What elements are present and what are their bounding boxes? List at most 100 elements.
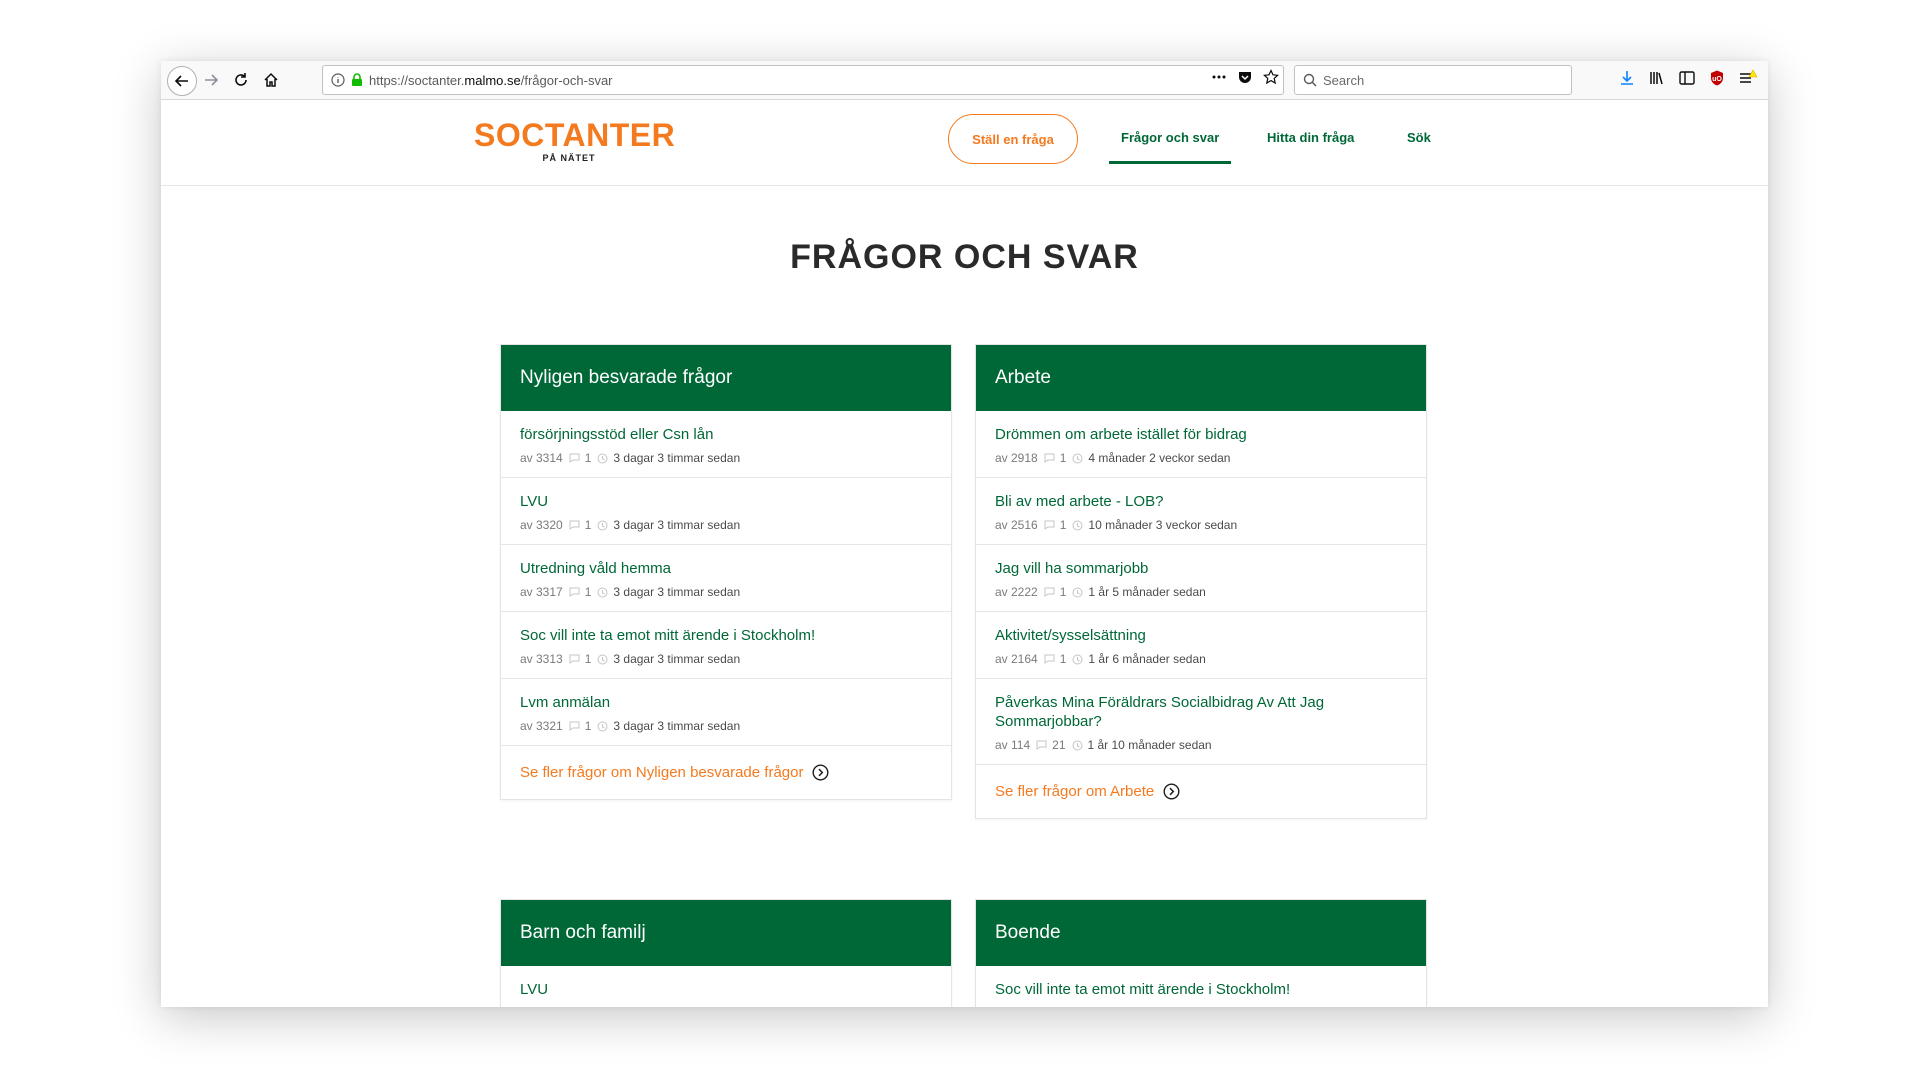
- back-arrow-icon: [174, 75, 188, 87]
- home-button[interactable]: [257, 66, 285, 94]
- clock-icon: [597, 654, 608, 665]
- question-link[interactable]: Lvm anmälan: [520, 693, 932, 712]
- time-ago: 4 månader 2 veckor sedan: [1088, 451, 1231, 465]
- url-prefix: https://soctanter.: [369, 72, 465, 88]
- question-link[interactable]: Jag vill ha sommarjobb: [995, 559, 1407, 578]
- browser-toolbar: https://soctanter.malmo.se/frågor-och-sv…: [161, 61, 1768, 100]
- nav-sok[interactable]: Sök: [1407, 130, 1431, 145]
- list-item: LVU av 3320 1 3 dagar 3 timmar sedan: [501, 478, 951, 545]
- home-icon: [264, 72, 278, 87]
- back-button[interactable]: [167, 66, 197, 96]
- question-link[interactable]: försörjningsstöd eller Csn lån: [520, 425, 932, 444]
- question-meta: av 3320 1 3 dagar 3 timmar sedan: [520, 518, 932, 532]
- question-meta: av 114 21 1 år 10 månader sedan: [995, 738, 1407, 752]
- category-card: Boende Soc vill inte ta emot mitt ärende…: [975, 899, 1427, 1007]
- clock-icon: [1072, 740, 1083, 751]
- question-link[interactable]: Påverkas Mina Föräldrars Socialbidrag Av…: [995, 693, 1325, 731]
- clock-icon: [597, 520, 608, 531]
- list-item: Soc vill inte ta emot mitt ärende i Stoc…: [501, 612, 951, 679]
- question-link[interactable]: Soc vill inte ta emot mitt ärende i Stoc…: [995, 980, 1407, 999]
- ask-question-button[interactable]: Ställ en fråga: [948, 114, 1078, 164]
- reply-count: 1: [584, 652, 592, 666]
- url-path: /frågor-och-svar: [520, 72, 613, 88]
- time-ago: 1 år 10 månader sedan: [1087, 738, 1212, 752]
- comment-icon: [569, 654, 580, 664]
- author: av 3314: [520, 451, 563, 465]
- page-title: FRÅGOR OCH SVAR: [790, 238, 1139, 276]
- forward-button[interactable]: [197, 66, 225, 94]
- see-more-link[interactable]: Se fler frågor om Nyligen besvarade fråg…: [501, 746, 951, 799]
- browser-window: https://soctanter.malmo.se/frågor-och-sv…: [161, 61, 1768, 1007]
- question-meta: av 3317 1 3 dagar 3 timmar sedan: [520, 585, 932, 599]
- sidebar-icon[interactable]: [1678, 69, 1696, 92]
- question-link[interactable]: Utredning våld hemma: [520, 559, 932, 578]
- list-item: Bli av med arbete - LOB? av 2516 1 10 må…: [976, 478, 1426, 545]
- clock-icon: [597, 721, 608, 732]
- browser-search-input[interactable]: Search: [1294, 65, 1572, 95]
- download-icon[interactable]: [1618, 69, 1636, 92]
- list-item: Soc vill inte ta emot mitt ärende i Stoc…: [976, 966, 1426, 1007]
- site-logo[interactable]: SOCTANTER PÅ NÄTET: [474, 117, 676, 163]
- nav-fragor-och-svar[interactable]: Frågor och svar: [1121, 130, 1219, 145]
- card-title: Nyligen besvarade frågor: [501, 345, 951, 411]
- question-meta: av 2222 1 1 år 5 månader sedan: [995, 585, 1407, 599]
- logo-main-text: SOCTANTER: [474, 117, 676, 153]
- question-meta: av 2516 1 10 månader 3 veckor sedan: [995, 518, 1407, 532]
- card-title: Barn och familj: [501, 900, 951, 966]
- reply-count: 21: [1052, 738, 1066, 752]
- question-link[interactable]: LVU: [520, 492, 932, 511]
- author: av 3317: [520, 585, 563, 599]
- time-ago: 3 dagar 3 timmar sedan: [613, 518, 741, 532]
- question-meta: av 3314 1 3 dagar 3 timmar sedan: [520, 451, 932, 465]
- author: av 2222: [995, 585, 1038, 599]
- reply-count: 1: [584, 518, 592, 532]
- library-icon[interactable]: [1648, 69, 1666, 92]
- reply-count: 1: [1059, 585, 1067, 599]
- author: av 2164: [995, 652, 1038, 666]
- card-title: Boende: [976, 900, 1426, 966]
- page-actions-icon[interactable]: [1211, 69, 1227, 85]
- question-meta: av 3321 1 3 dagar 3 timmar sedan: [520, 719, 932, 733]
- nav-active-indicator: [1109, 161, 1231, 164]
- pocket-icon[interactable]: [1237, 69, 1253, 85]
- arrow-circle-icon: [812, 764, 829, 781]
- reload-icon: [235, 73, 247, 86]
- info-icon[interactable]: [331, 73, 345, 87]
- time-ago: 3 dagar 3 timmar sedan: [613, 451, 741, 465]
- see-more-label: Se fler frågor om Nyligen besvarade fråg…: [520, 764, 804, 781]
- comment-icon: [1044, 453, 1055, 463]
- reply-count: 1: [1059, 652, 1067, 666]
- menu-icon[interactable]: [1738, 69, 1758, 92]
- question-link[interactable]: Soc vill inte ta emot mitt ärende i Stoc…: [520, 626, 932, 645]
- nav-hitta-din-fraga[interactable]: Hitta din fråga: [1267, 130, 1354, 145]
- bookmark-star-icon[interactable]: [1263, 69, 1279, 85]
- category-card: Barn och familj LVU: [500, 899, 952, 1007]
- clock-icon: [1072, 520, 1083, 531]
- list-item: LVU: [501, 966, 951, 1007]
- list-item: Aktivitet/sysselsättning av 2164 1 1 år …: [976, 612, 1426, 679]
- list-item: Lvm anmälan av 3321 1 3 dagar 3 timmar s…: [501, 679, 951, 746]
- clock-icon: [597, 453, 608, 464]
- author: av 2516: [995, 518, 1038, 532]
- see-more-link[interactable]: Se fler frågor om Arbete: [976, 765, 1426, 818]
- reload-button[interactable]: [227, 66, 255, 94]
- comment-icon: [1044, 520, 1055, 530]
- author: av 3321: [520, 719, 563, 733]
- comment-icon: [569, 520, 580, 530]
- list-item: Jag vill ha sommarjobb av 2222 1 1 år 5 …: [976, 545, 1426, 612]
- address-bar[interactable]: https://soctanter.malmo.se/frågor-och-sv…: [322, 65, 1284, 95]
- author: av 3313: [520, 652, 563, 666]
- question-link[interactable]: Drömmen om arbete istället för bidrag: [995, 425, 1407, 444]
- question-link[interactable]: Aktivitet/sysselsättning: [995, 626, 1407, 645]
- author: av 114: [995, 738, 1031, 752]
- comment-icon: [1044, 587, 1055, 597]
- lock-icon: [351, 73, 363, 87]
- logo-sub-text: PÅ NÄTET: [542, 153, 596, 163]
- reply-count: 1: [584, 585, 592, 599]
- question-link[interactable]: Bli av med arbete - LOB?: [995, 492, 1407, 511]
- ublock-icon[interactable]: uO: [1708, 69, 1726, 92]
- question-link[interactable]: LVU: [520, 980, 932, 999]
- list-item: Påverkas Mina Föräldrars Socialbidrag Av…: [976, 679, 1426, 765]
- comment-icon: [569, 721, 580, 731]
- comment-icon: [569, 587, 580, 597]
